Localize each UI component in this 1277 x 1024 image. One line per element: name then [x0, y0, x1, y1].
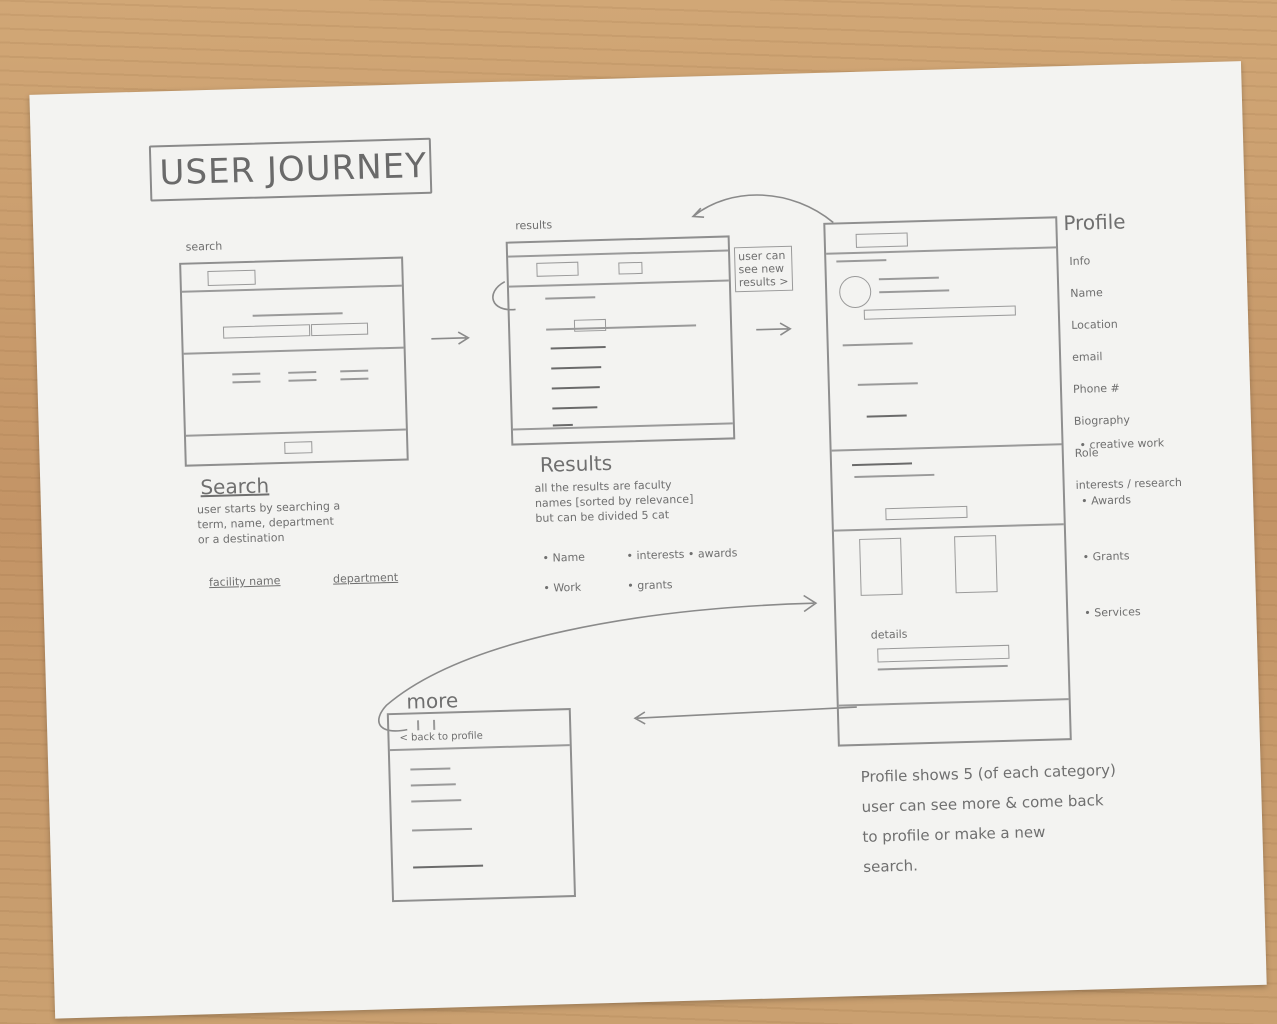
more-back-link: < back to profile: [399, 730, 483, 744]
results-tab-box: [573, 318, 607, 332]
results-heading: Results: [539, 450, 613, 477]
profile-note: Profile shows 5 (of each category) user …: [860, 760, 1117, 876]
results-bullets-left: • Name • Work: [542, 535, 587, 611]
results-side-note: user can see new results >: [733, 245, 793, 293]
arrow-profile-to-more: [633, 706, 857, 725]
more-heading: more: [406, 688, 459, 714]
profile-bullet-grants: • Grants: [1082, 549, 1130, 564]
profile-bullet-creative-work: • creative work: [1079, 436, 1165, 452]
results-description: all the results are faculty names [sorte…: [534, 478, 694, 525]
more-wireframe: < back to profile: [386, 708, 576, 903]
profile-wireframe: details: [823, 216, 1072, 747]
profile-bottom-input: [877, 644, 1010, 663]
profile-inner-label: details: [870, 627, 908, 642]
profile-bullet-awards: • Awards: [1080, 493, 1132, 508]
results-frame-label: results: [515, 218, 553, 233]
profile-heading: Profile: [1063, 209, 1126, 236]
profile-bullet-services: • Services: [1084, 605, 1141, 620]
profile-see-more-button: [885, 505, 968, 521]
profile-card-left: [859, 537, 903, 596]
profile-tabs-sketch: [863, 305, 1016, 320]
results-bullet-name: • Name: [542, 550, 586, 565]
profile-field-email: email: [1071, 350, 1103, 364]
profile-field-info: Info: [1069, 254, 1091, 268]
results-bullets-right: • interests • awards • grants: [626, 530, 739, 608]
profile-field-name: Name: [1070, 286, 1103, 300]
results-logo-box: [536, 261, 579, 277]
profile-card-right: [954, 535, 998, 594]
arrow-results-to-profile: [756, 322, 792, 336]
results-search-button: [618, 261, 643, 275]
avatar: [838, 275, 872, 309]
paper-sheet: USER JOURNEY search Search user starts b…: [29, 61, 1267, 1019]
profile-bullets: • creative work • Awards • Grants • Serv…: [1078, 401, 1170, 655]
results-wireframe: [505, 235, 736, 446]
results-bullet-interests: • interests • awards: [626, 546, 738, 563]
profile-field-phone: Phone #: [1072, 381, 1120, 396]
arrow-search-to-results: [431, 331, 470, 345]
profile-logo-box: [855, 232, 908, 248]
profile-field-location: Location: [1071, 317, 1118, 332]
results-bullet-grants: • grants: [627, 578, 673, 593]
results-bullet-work: • Work: [543, 580, 582, 595]
arrow-profile-to-results: [691, 194, 834, 224]
